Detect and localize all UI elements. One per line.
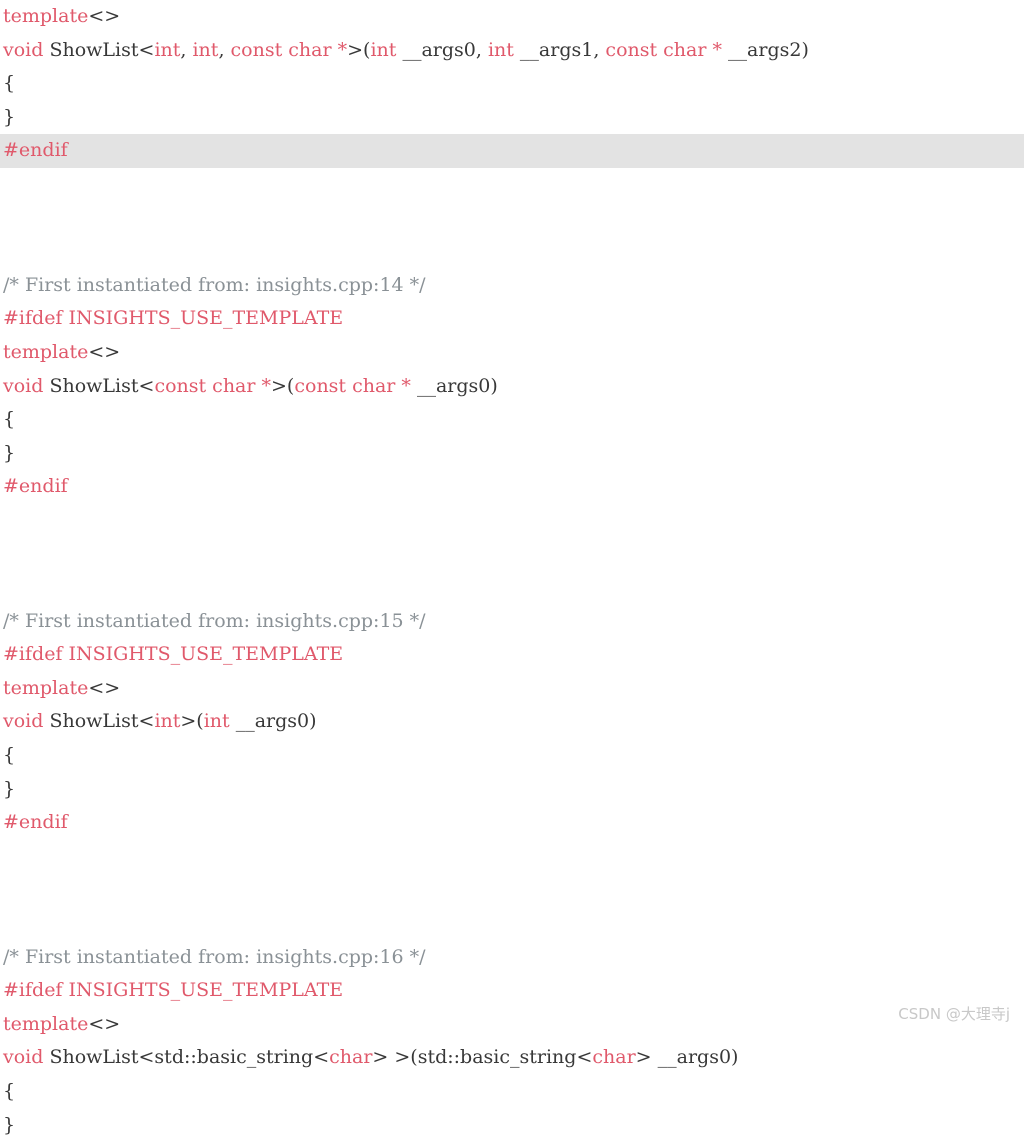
code-token: int: [487, 38, 514, 61]
code-token: #endif: [3, 139, 68, 162]
code-line-blank[interactable]: [0, 235, 1024, 269]
code-token: int: [154, 710, 181, 733]
code-line[interactable]: void ShowList<std::basic_string<char> >(…: [0, 1041, 1024, 1075]
code-listing[interactable]: template<> void ShowList<int, int, const …: [0, 0, 1024, 1142]
code-line[interactable]: #ifdef INSIGHTS_USE_TEMPLATE: [0, 302, 1024, 336]
code-token: /* First instantiated from: insights.cpp…: [3, 609, 426, 632]
code-token: }: [3, 441, 16, 464]
code-line-blank[interactable]: [0, 504, 1024, 538]
code-line-blank[interactable]: [0, 168, 1024, 202]
code-line[interactable]: }: [0, 773, 1024, 807]
code-token: ,: [218, 38, 231, 61]
code-token: const char *: [154, 374, 272, 397]
code-token: <>: [88, 5, 121, 27]
code-token: void: [3, 374, 44, 397]
code-token: ShowList: [49, 710, 139, 733]
code-token: int: [203, 710, 230, 733]
code-token: ,: [180, 38, 193, 61]
code-line-blank[interactable]: [0, 202, 1024, 236]
code-line[interactable]: void ShowList<int>(int __args0): [0, 705, 1024, 739]
csdn-watermark: CSDN @大理寺j: [898, 1005, 1010, 1023]
code-line[interactable]: /* First instantiated from: insights.cpp…: [0, 605, 1024, 639]
code-line[interactable]: /* First instantiated from: insights.cpp…: [0, 269, 1024, 303]
code-token: template: [3, 5, 89, 27]
code-token: char: [592, 1046, 636, 1069]
code-token: {: [3, 72, 16, 95]
code-token: const char *: [605, 38, 722, 61]
code-token: int: [370, 38, 397, 61]
code-line[interactable]: {: [0, 67, 1024, 101]
code-token: __args2): [722, 38, 809, 61]
code-token: > >(std::basic_string<: [372, 1046, 593, 1069]
code-line[interactable]: }: [0, 437, 1024, 471]
code-token: const char *: [294, 374, 411, 397]
code-token: __args0,: [396, 38, 488, 61]
code-line[interactable]: {: [0, 403, 1024, 437]
code-line[interactable]: #endif: [0, 134, 1024, 168]
code-token: void: [3, 38, 44, 61]
code-line[interactable]: {: [0, 1075, 1024, 1109]
code-token: template: [3, 676, 89, 699]
code-token: template: [3, 340, 89, 363]
code-token: >(: [347, 38, 371, 61]
code-token: __args0): [229, 710, 317, 733]
code-token: }: [3, 105, 16, 128]
code-token: #ifdef INSIGHTS_USE_TEMPLATE: [3, 643, 344, 666]
code-token: <>: [88, 340, 121, 363]
code-token: #ifdef INSIGHTS_USE_TEMPLATE: [3, 979, 344, 1002]
code-line[interactable]: {: [0, 739, 1024, 773]
code-token: __args1,: [513, 38, 606, 61]
code-token: > __args0): [635, 1046, 739, 1069]
code-line[interactable]: template<>: [0, 0, 1024, 34]
code-token: __args0): [410, 374, 498, 397]
code-line[interactable]: #endif: [0, 470, 1024, 504]
code-token: <: [138, 38, 155, 61]
code-token: }: [3, 1113, 16, 1136]
code-line[interactable]: void ShowList<const char *>(const char *…: [0, 370, 1024, 404]
code-token: >(: [180, 710, 204, 733]
code-token: ShowList: [49, 38, 139, 61]
code-line[interactable]: #endif: [0, 806, 1024, 840]
code-token: {: [3, 744, 16, 767]
code-token: const char *: [230, 38, 348, 61]
code-token: {: [3, 408, 16, 431]
code-token: ShowList: [49, 374, 139, 397]
code-token: <: [138, 710, 155, 733]
code-token: int: [154, 38, 181, 61]
code-line-blank[interactable]: [0, 873, 1024, 907]
code-line[interactable]: template<>: [0, 336, 1024, 370]
code-token: }: [3, 777, 16, 800]
code-token: int: [192, 38, 219, 61]
code-token: ShowList: [49, 1046, 139, 1069]
code-token: #ifdef INSIGHTS_USE_TEMPLATE: [3, 307, 344, 330]
code-token: <: [138, 374, 155, 397]
code-line[interactable]: #ifdef INSIGHTS_USE_TEMPLATE: [0, 974, 1024, 1008]
code-token: char: [329, 1046, 373, 1069]
code-line[interactable]: template<>: [0, 1008, 1024, 1042]
code-token: /* First instantiated from: insights.cpp…: [3, 273, 426, 296]
code-token: #endif: [3, 811, 68, 834]
code-line[interactable]: /* First instantiated from: insights.cpp…: [0, 941, 1024, 975]
code-token: {: [3, 1080, 16, 1102]
code-line[interactable]: }: [0, 101, 1024, 135]
code-token: void: [3, 710, 44, 733]
code-line-blank[interactable]: [0, 571, 1024, 605]
code-line-blank[interactable]: [0, 840, 1024, 874]
code-token: #endif: [3, 475, 68, 498]
code-token: void: [3, 1046, 44, 1069]
code-line[interactable]: void ShowList<int, int, const char *>(in…: [0, 34, 1024, 68]
code-token: <>: [88, 676, 121, 699]
code-line[interactable]: template<>: [0, 672, 1024, 706]
code-token: <std::basic_string<: [138, 1046, 330, 1069]
code-token: /* First instantiated from: insights.cpp…: [3, 945, 426, 968]
code-line[interactable]: }: [0, 1109, 1024, 1142]
code-token: >(: [271, 374, 295, 397]
code-line-blank[interactable]: [0, 538, 1024, 572]
code-line[interactable]: #ifdef INSIGHTS_USE_TEMPLATE: [0, 638, 1024, 672]
code-line-blank[interactable]: [0, 907, 1024, 941]
